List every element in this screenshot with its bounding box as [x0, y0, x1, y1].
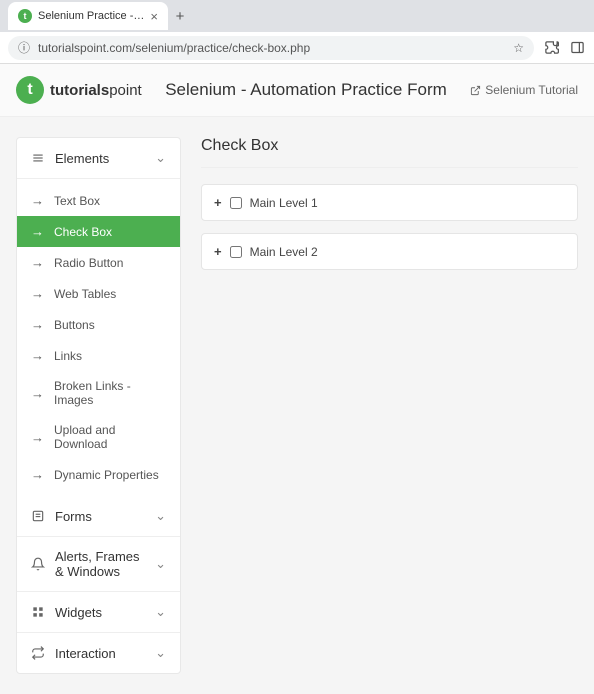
arrow-right-icon: →	[31, 430, 44, 445]
level-label: Main Level 1	[250, 196, 318, 210]
extensions-icon[interactable]	[542, 39, 560, 57]
nav-item-label: Web Tables	[54, 287, 116, 301]
bookmark-star-icon[interactable]: ☆	[513, 41, 524, 55]
chevron-down-icon: ⌄	[155, 150, 166, 166]
nav-item-buttons[interactable]: → Buttons	[17, 309, 180, 340]
external-link-icon	[470, 85, 481, 96]
nav-item-web-tables[interactable]: → Web Tables	[17, 278, 180, 309]
nav-item-label: Text Box	[54, 194, 100, 208]
selenium-tutorial-link[interactable]: Selenium Tutorial	[470, 83, 578, 97]
level-label: Main Level 2	[250, 245, 318, 259]
forms-icon	[31, 509, 45, 523]
tree-container: + Main Level 1 + Main Level 2	[201, 184, 578, 270]
content-area: Elements ⌄ → Text Box → Check Box → Radio But…	[0, 117, 594, 694]
expand-icon[interactable]: +	[214, 195, 222, 210]
menu-icon	[31, 151, 45, 165]
bell-icon	[31, 557, 45, 571]
nav-items: → Text Box → Check Box → Radio Button → Web Tab…	[17, 179, 180, 496]
nav-item-links[interactable]: → Links	[17, 340, 180, 371]
chevron-down-icon: ⌄	[155, 508, 166, 524]
nav-item-label: Upload and Download	[54, 423, 166, 451]
nav-item-upload-and-download[interactable]: → Upload and Download	[17, 415, 180, 459]
nav-item-label: Broken Links - Images	[54, 379, 166, 407]
nav-item-label: Links	[54, 349, 82, 363]
nav-item-dynamic-properties[interactable]: → Dynamic Properties	[17, 459, 180, 490]
arrow-right-icon: →	[31, 193, 44, 208]
tree-row-level-1: + Main Level 1	[201, 184, 578, 221]
arrow-right-icon: →	[31, 317, 44, 332]
panel-icon[interactable]	[568, 39, 586, 57]
new-tab-button[interactable]: +	[168, 8, 192, 25]
chevron-down-icon: ⌄	[155, 604, 166, 620]
sidebar: Elements ⌄ → Text Box → Check Box → Radio But…	[16, 137, 181, 674]
level-checkbox[interactable]	[230, 197, 242, 209]
close-tab-icon[interactable]: ×	[150, 9, 158, 24]
tab-strip: t Selenium Practice - Check B × +	[0, 0, 594, 32]
chevron-down-icon: ⌄	[155, 556, 166, 572]
widgets-icon	[31, 605, 45, 619]
url-text: tutorialspoint.com/selenium/practice/che…	[38, 41, 505, 55]
logo-text: tutorialspoint	[50, 82, 142, 99]
arrow-right-icon: →	[31, 467, 44, 482]
tab-title: Selenium Practice - Check B	[38, 10, 144, 22]
toolbar: ⓘ tutorialspoint.com/selenium/practice/c…	[0, 32, 594, 64]
divider	[201, 167, 578, 168]
nav-item-label: Radio Button	[54, 256, 123, 270]
section-elements[interactable]: Elements ⌄	[17, 138, 180, 179]
logo[interactable]: t tutorialspoint	[16, 76, 142, 104]
section-alerts[interactable]: Alerts, Frames & Windows ⌄	[17, 537, 180, 592]
nav-item-label: Buttons	[54, 318, 95, 332]
nav-item-label: Check Box	[54, 225, 112, 239]
browser-chrome: t Selenium Practice - Check B × + ⓘ tuto…	[0, 0, 594, 64]
nav-item-radio-button[interactable]: → Radio Button	[17, 247, 180, 278]
nav-item-text-box[interactable]: → Text Box	[17, 185, 180, 216]
main-panel: Check Box + Main Level 1 + Main Level 2	[201, 137, 578, 674]
browser-tab[interactable]: t Selenium Practice - Check B ×	[8, 2, 168, 30]
page-header: t tutorialspoint Selenium - Automation P…	[0, 64, 594, 117]
section-widgets[interactable]: Widgets ⌄	[17, 592, 180, 633]
favicon-icon: t	[18, 9, 32, 23]
nav-item-check-box[interactable]: → Check Box	[17, 216, 180, 247]
tree-row-level-2: + Main Level 2	[201, 233, 578, 270]
nav-item-label: Dynamic Properties	[54, 468, 159, 482]
logo-icon: t	[16, 76, 44, 104]
expand-icon[interactable]: +	[214, 244, 222, 259]
arrow-right-icon: →	[31, 255, 44, 270]
nav-item-broken-links-images[interactable]: → Broken Links - Images	[17, 371, 180, 415]
section-forms[interactable]: Forms ⌄	[17, 496, 180, 537]
interaction-icon	[31, 646, 45, 660]
section-interaction[interactable]: Interaction ⌄	[17, 633, 180, 673]
arrow-right-icon: →	[31, 286, 44, 301]
arrow-right-icon: →	[31, 386, 44, 401]
main-title: Check Box	[201, 137, 578, 163]
level-checkbox[interactable]	[230, 246, 242, 258]
site-info-icon[interactable]: ⓘ	[18, 39, 30, 56]
arrow-right-icon: →	[31, 348, 44, 363]
arrow-right-icon: →	[31, 224, 44, 239]
address-bar[interactable]: ⓘ tutorialspoint.com/selenium/practice/c…	[8, 36, 534, 60]
chevron-down-icon: ⌄	[155, 645, 166, 661]
page-title: Selenium - Automation Practice Form	[154, 80, 459, 100]
